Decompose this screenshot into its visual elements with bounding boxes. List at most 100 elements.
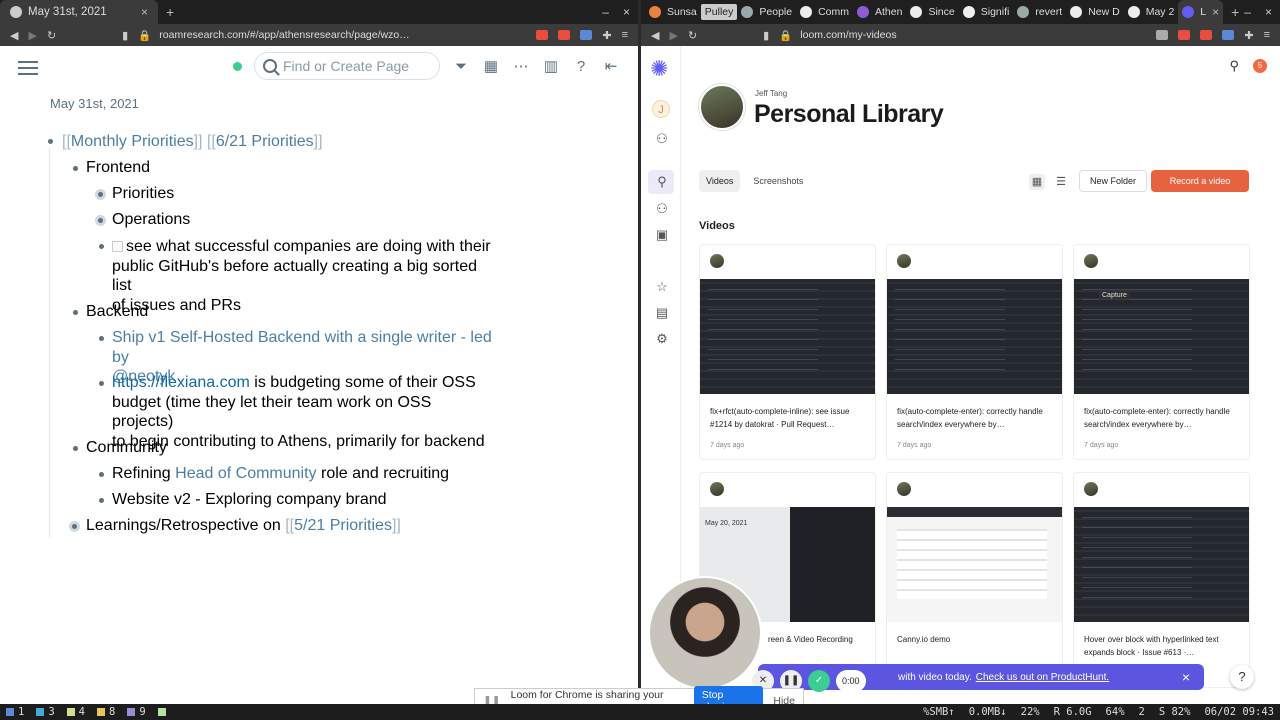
extensions-puzzle-icon[interactable]: ✚ bbox=[602, 29, 611, 42]
shared-with-me-icon[interactable]: ⚇ bbox=[655, 202, 669, 216]
url-field[interactable]: 🔒 loom.com/my-videos bbox=[779, 29, 1146, 42]
back-icon[interactable]: ◀ bbox=[651, 29, 659, 42]
bullet-icon[interactable] bbox=[99, 244, 104, 249]
block-refining[interactable]: Refining Head of Community role and recr… bbox=[99, 464, 512, 484]
new-folder-button[interactable]: New Folder bbox=[1079, 170, 1148, 192]
minimize-icon[interactable]: – bbox=[1244, 5, 1251, 19]
block-website[interactable]: Website v2 - Exploring company brand bbox=[99, 490, 512, 510]
page-ref-6-21-priorities[interactable]: 6/21 Priorities bbox=[216, 133, 314, 150]
workspace-3[interactable]: 3 bbox=[30, 706, 60, 718]
bullet-icon[interactable] bbox=[73, 310, 78, 315]
workspace-library-icon[interactable]: ▣ bbox=[655, 228, 669, 242]
camera-bubble[interactable] bbox=[648, 576, 762, 690]
workspace-1[interactable]: 1 bbox=[0, 706, 30, 718]
tab-since[interactable]: Since bbox=[906, 0, 958, 24]
tab-athens[interactable]: Athen bbox=[853, 0, 906, 24]
browser-menu-icon[interactable]: ≡ bbox=[622, 29, 628, 41]
collapsed-bullet-icon[interactable] bbox=[69, 521, 80, 532]
bullet-icon[interactable] bbox=[99, 498, 104, 503]
block-monthly-priorities[interactable]: [[Monthly Priorities]] [[6/21 Priorities… bbox=[48, 132, 323, 152]
video-card[interactable]: Canny.io demo bbox=[886, 472, 1063, 688]
page-ref-monthly-priorities[interactable]: Monthly Priorities bbox=[71, 133, 194, 150]
bullet-icon[interactable] bbox=[73, 166, 78, 171]
video-thumbnail[interactable] bbox=[1074, 507, 1249, 622]
tab-loom[interactable]: L × bbox=[1178, 0, 1224, 24]
workspace-8[interactable]: 8 bbox=[91, 706, 121, 718]
tab-roam[interactable]: May 31st, 2021 × bbox=[0, 0, 158, 24]
tab-signifi[interactable]: Signifi bbox=[959, 0, 1014, 24]
find-or-create-search[interactable]: Find or Create Page bbox=[254, 52, 440, 80]
page-ref-ship-v1[interactable]: Ship v1 Self-Hosted Backend with a singl… bbox=[112, 329, 492, 366]
tab-comm[interactable]: Comm bbox=[796, 0, 853, 24]
collapsed-bullet-icon[interactable] bbox=[95, 189, 106, 200]
block-learnings[interactable]: Learnings/Retrospective on [[5/21 Priori… bbox=[69, 516, 486, 536]
extension-icon[interactable] bbox=[558, 30, 571, 40]
favorites-star-icon[interactable]: ☆ bbox=[655, 280, 669, 294]
video-card[interactable]: Capture fix(auto-complete-enter): correc… bbox=[1073, 244, 1250, 460]
video-title[interactable]: fix(auto-complete-enter): correctly hand… bbox=[897, 405, 1057, 431]
close-tab-icon[interactable]: × bbox=[1212, 5, 1219, 19]
record-video-button[interactable]: Record a video bbox=[1151, 170, 1249, 192]
more-icon[interactable]: ⋯ bbox=[512, 57, 530, 75]
reload-icon[interactable]: ↻ bbox=[688, 29, 697, 42]
workspace-avatar[interactable]: J bbox=[652, 100, 670, 118]
todo-checkbox[interactable] bbox=[112, 241, 123, 252]
extension-icon[interactable] bbox=[1222, 30, 1235, 40]
block-flexiana[interactable]: https://flexiana.com is budgeting some o… bbox=[99, 373, 492, 451]
browser-menu-icon[interactable]: ≡ bbox=[1264, 29, 1270, 41]
extension-icon[interactable] bbox=[1200, 30, 1213, 40]
video-title[interactable]: fix(auto-complete-enter): correctly hand… bbox=[1084, 405, 1244, 431]
tab-screenshots[interactable]: Screenshots bbox=[746, 170, 810, 192]
bullet-icon[interactable] bbox=[99, 381, 104, 386]
calendar-icon[interactable]: ▦ bbox=[482, 57, 500, 75]
filter-icon[interactable]: ⏷ bbox=[452, 58, 470, 75]
page-ref-5-21-priorities[interactable]: 5/21 Priorities bbox=[294, 517, 392, 534]
camera-icon[interactable] bbox=[1156, 30, 1169, 40]
tab-revert[interactable]: revert bbox=[1013, 0, 1066, 24]
back-icon[interactable]: ◀ bbox=[10, 29, 18, 42]
block-frontend[interactable]: Frontend bbox=[73, 158, 150, 178]
grid-view-icon[interactable]: ▦ bbox=[1029, 174, 1045, 190]
help-icon[interactable]: ? bbox=[572, 58, 590, 75]
search-icon[interactable]: ⚲ bbox=[1229, 58, 1239, 74]
finish-recording-icon[interactable]: ✓ bbox=[808, 670, 830, 692]
extension-icon[interactable] bbox=[1178, 30, 1191, 40]
video-card[interactable]: Hover over block with hyperlinked text e… bbox=[1073, 472, 1250, 688]
archive-icon[interactable]: ▤ bbox=[655, 306, 669, 320]
bullet-icon[interactable] bbox=[73, 446, 78, 451]
video-thumbnail[interactable]: Capture bbox=[1074, 279, 1249, 394]
close-banner-icon[interactable]: × bbox=[1182, 669, 1190, 685]
video-title[interactable]: reen & Video Recording bbox=[768, 633, 875, 646]
block-community[interactable]: Community bbox=[73, 438, 167, 458]
block-backend[interactable]: Backend bbox=[73, 302, 148, 322]
workspace-9[interactable]: 9 bbox=[121, 706, 151, 718]
bookmark-icon[interactable]: ▮ bbox=[763, 29, 769, 42]
extension-icon[interactable] bbox=[536, 30, 549, 40]
tab-sunsa[interactable]: Sunsa bbox=[641, 0, 701, 24]
loom-logo-icon[interactable]: ✺ bbox=[650, 56, 668, 82]
video-title[interactable]: Hover over block with hyperlinked text e… bbox=[1084, 633, 1244, 659]
producthunt-link[interactable]: Check us out on ProductHunt. bbox=[976, 672, 1109, 683]
workspace-4[interactable]: 4 bbox=[61, 706, 91, 718]
extension-icon[interactable] bbox=[580, 30, 593, 40]
forward-icon[interactable]: ▶ bbox=[669, 29, 677, 42]
notifications-badge[interactable]: 5 bbox=[1253, 59, 1267, 73]
close-tab-icon[interactable]: × bbox=[141, 5, 148, 19]
settings-gear-icon[interactable]: ⚙ bbox=[655, 332, 669, 346]
help-button[interactable]: ? bbox=[1230, 665, 1254, 689]
page-ref-head-of-community[interactable]: Head of Community bbox=[175, 465, 316, 482]
flexiana-link[interactable]: https://flexiana.com bbox=[112, 374, 250, 391]
tab-new-d[interactable]: New D bbox=[1066, 0, 1124, 24]
minimize-icon[interactable]: – bbox=[602, 5, 609, 19]
block-todo-github[interactable]: see what successful companies are doing … bbox=[99, 237, 492, 315]
collapsed-bullet-icon[interactable] bbox=[95, 215, 106, 226]
close-window-icon[interactable]: × bbox=[623, 5, 630, 19]
video-card[interactable]: fix+rfct(auto-complete-inline): see issu… bbox=[699, 244, 876, 460]
tab-people[interactable]: People bbox=[737, 0, 796, 24]
new-tab-button[interactable]: + bbox=[158, 4, 182, 20]
sidebar-icon[interactable]: ▥ bbox=[542, 57, 560, 75]
video-thumbnail[interactable] bbox=[887, 279, 1062, 394]
tab-may-2[interactable]: May 2 bbox=[1124, 0, 1179, 24]
collapse-right-icon[interactable]: ⇤ bbox=[602, 57, 620, 75]
video-card[interactable]: fix(auto-complete-enter): correctly hand… bbox=[886, 244, 1063, 460]
